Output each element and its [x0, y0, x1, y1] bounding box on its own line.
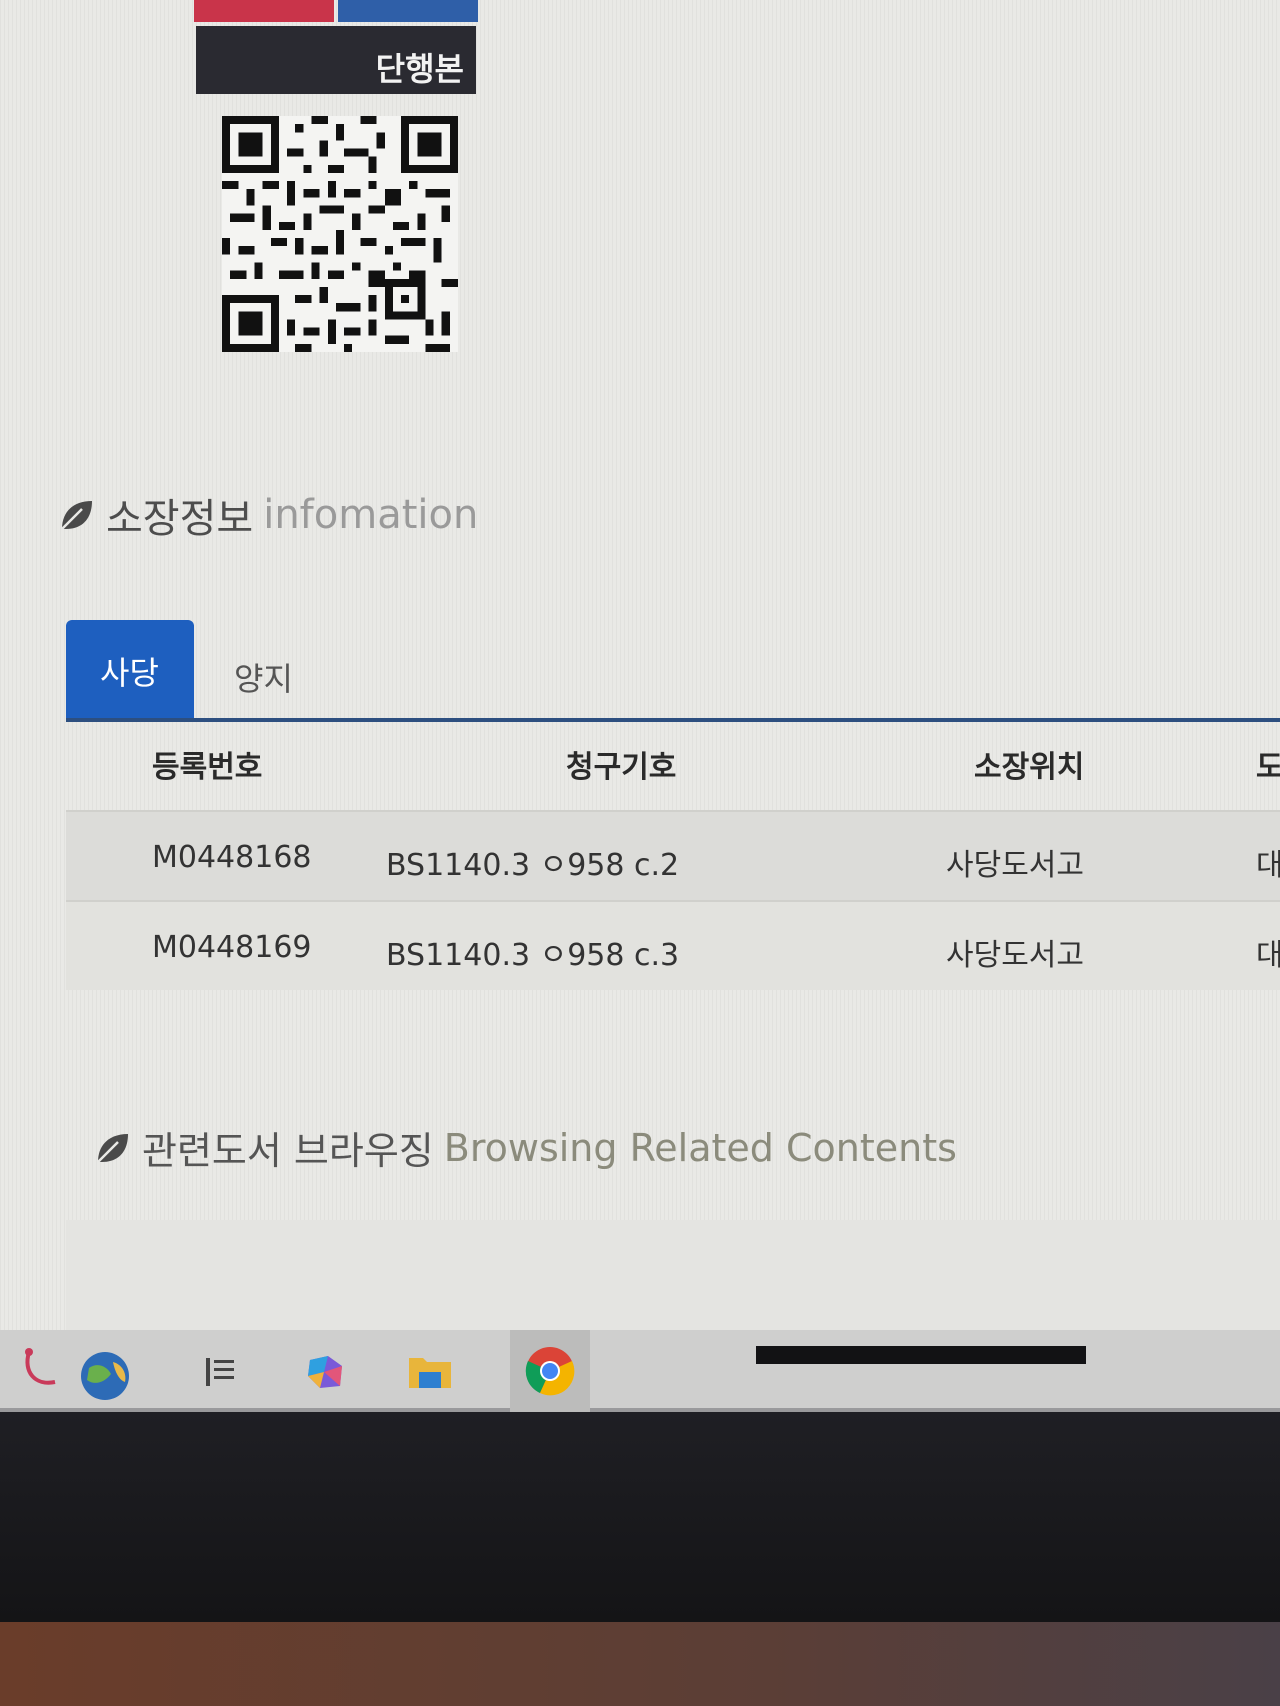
reg-no-cell: M0448169 — [152, 930, 312, 965]
leaf-icon — [61, 501, 92, 530]
table-row: M0448169 BS1140.3 ㅇ958 c.3 사당도서고 대출 — [66, 900, 1280, 990]
material-type-label: 단행본 — [196, 26, 476, 94]
health-app-icon[interactable] — [10, 1342, 160, 1402]
call-no-cell: BS1140.3 ㅇ958 c.2 — [386, 848, 680, 883]
branch-tabs: 사당 양지 — [66, 620, 327, 718]
format-badge-blue — [338, 0, 478, 22]
column-header-location: 소장위치 — [974, 750, 1085, 785]
leaf-icon — [97, 1133, 128, 1163]
desk-surface — [0, 1622, 1280, 1706]
related-section-title: 관련도서 브라우징 Browsing Related Contents — [92, 1120, 957, 1175]
call-no-cell: BS1140.3 ㅇ958 c.3 — [386, 938, 680, 973]
tab-sadang[interactable]: 사당 — [66, 620, 194, 718]
table-row: M0448168 BS1140.3 ㅇ958 c.2 사당도서고 대 — [66, 810, 1280, 900]
status-cell: 대 — [1256, 848, 1280, 883]
holdings-table: 등록번호 청구기호 소장위치 도 M0448168 BS1140.3 ㅇ958 … — [66, 722, 1280, 990]
holdings-title-en: infomation — [263, 492, 479, 538]
tab-yangji[interactable]: 양지 — [194, 620, 327, 718]
column-header-call-no: 청구기호 — [566, 750, 677, 785]
browser-viewport: 단행본 소장정보 infomation 사당 양지 등록번호 청구기호 소장위치… — [0, 0, 1280, 1330]
reg-no-cell: M0448168 — [152, 840, 312, 875]
status-cell: 대출 — [1256, 938, 1280, 973]
related-title-en: Browsing Related Contents — [443, 1125, 957, 1170]
related-content-panel — [66, 1220, 1280, 1330]
location-cell: 사당도서고 — [946, 938, 1084, 973]
qr-code — [222, 116, 458, 352]
taskbar — [0, 1330, 1280, 1412]
chrome-icon[interactable] — [510, 1330, 590, 1412]
window-edge — [756, 1346, 1086, 1364]
holdings-section-title: 소장정보 infomation — [56, 486, 478, 544]
monitor-bezel — [0, 1412, 1280, 1622]
column-header-status: 도 — [1256, 750, 1280, 785]
location-cell: 사당도서고 — [946, 848, 1084, 883]
file-explorer-icon[interactable] — [400, 1342, 460, 1402]
holdings-title-ko: 소장정보 — [106, 496, 254, 542]
widgets-icon[interactable] — [190, 1342, 250, 1402]
related-title-ko: 관련도서 브라우징 — [142, 1129, 434, 1173]
format-badge-red — [194, 0, 334, 22]
table-header: 등록번호 청구기호 소장위치 도 — [66, 722, 1280, 810]
copilot-icon[interactable] — [296, 1342, 356, 1402]
column-header-reg-no: 등록번호 — [152, 750, 263, 785]
